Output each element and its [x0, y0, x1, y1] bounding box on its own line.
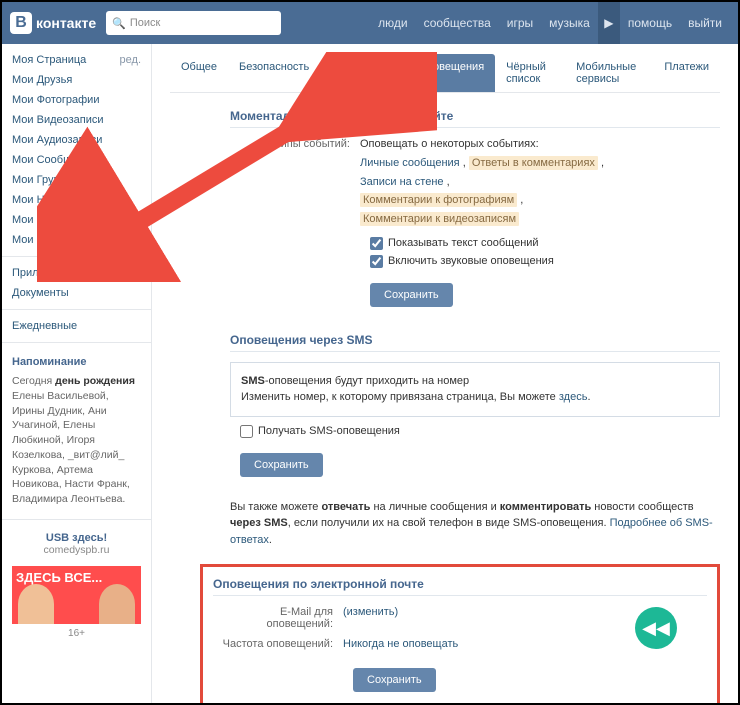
tab-notifications[interactable]: Оповещения	[407, 54, 495, 92]
tab-privacy[interactable]: Приватность	[320, 54, 407, 92]
save-button[interactable]: Сохранить	[353, 668, 436, 692]
settings-tabs: Общее Безопасность Приватность Оповещени…	[170, 54, 720, 93]
play-icon[interactable]: ▶	[598, 2, 620, 44]
nav-communities[interactable]: сообщества	[416, 2, 499, 44]
age-label: 16+	[2, 628, 151, 639]
sms-info-box: SMS-оповещения будут приходить на номер …	[230, 362, 720, 417]
tag-pm[interactable]: Личные сообщения	[360, 157, 460, 169]
rewind-icon: ◀◀	[635, 607, 677, 649]
sidebar-item-mypage[interactable]: Моя Страницаред.	[2, 50, 151, 70]
ad-text: ЗДЕСЬ ВСЕ...	[16, 570, 102, 585]
usb-block[interactable]: USB здесь! comedyspb.ru	[2, 526, 151, 562]
logo-text: контакте	[36, 15, 96, 31]
tag-video-comments[interactable]: Комментарии к видеозаписям	[360, 212, 519, 226]
event-types-label: Типы событий:	[230, 138, 360, 229]
nav-exit[interactable]: выйти	[680, 2, 730, 44]
tab-security[interactable]: Безопасность	[228, 54, 320, 92]
frequency-value[interactable]: Никогда не оповещать	[343, 638, 458, 650]
section-heading: Оповещения по электронной почте	[213, 577, 707, 596]
tab-mobile[interactable]: Мобильные сервисы	[565, 54, 653, 92]
save-button[interactable]: Сохранить	[240, 453, 323, 477]
checkbox-show-text[interactable]: Показывать текст сообщений	[370, 237, 720, 250]
sms-info-text: Вы также можете отвечать на личные сообщ…	[230, 499, 720, 549]
sidebar-item-news[interactable]: Мои Новости	[2, 190, 151, 210]
main-content: Общее Безопасность Приватность Оповещени…	[152, 44, 738, 703]
tab-payments[interactable]: Платежи	[653, 54, 720, 92]
section-sms: Оповещения через SMS SMS-оповещения буду…	[230, 333, 720, 549]
checkbox-sound[interactable]: Включить звуковые оповещения	[370, 255, 720, 268]
section-heading: Моментальные оповещения на сайте	[230, 109, 720, 128]
tag-wall[interactable]: Записи на стене	[360, 176, 444, 188]
checkbox-sms[interactable]: Получать SMS-оповещения	[240, 425, 720, 438]
ad-face-icon	[99, 584, 135, 624]
sidebar-item-settings[interactable]: Мои Настройки	[2, 230, 151, 250]
usb-heading: USB здесь!	[12, 532, 141, 544]
reminder-block: Напоминание Сегодня день рождения Елены …	[2, 349, 151, 513]
tab-blacklist[interactable]: Чёрный список	[495, 54, 565, 92]
nav-games[interactable]: игры	[499, 2, 541, 44]
search-placeholder: Поиск	[130, 17, 160, 29]
nav-music[interactable]: музыка	[541, 2, 598, 44]
reminder-heading: Напоминание	[12, 355, 141, 370]
logo[interactable]: В контакте	[10, 12, 96, 34]
sidebar-item-friends[interactable]: Мои Друзья	[2, 70, 151, 90]
save-button[interactable]: Сохранить	[370, 283, 453, 307]
search-input[interactable]: 🔍 Поиск	[106, 11, 281, 35]
nav-people[interactable]: люди	[370, 2, 415, 44]
top-nav: люди сообщества игры музыка ▶ помощь вый…	[370, 2, 730, 44]
email-label: E-Mail для оповещений:	[213, 606, 343, 630]
usb-sub: comedyspb.ru	[12, 544, 141, 556]
sidebar-item-messages[interactable]: Мои Сообщения	[2, 150, 151, 170]
ad-banner[interactable]: ЗДЕСЬ ВСЕ...	[12, 566, 141, 624]
ad-face-icon	[18, 584, 54, 624]
search-icon: 🔍	[112, 17, 126, 30]
section-instant: Моментальные оповещения на сайте Типы со…	[230, 109, 720, 317]
sidebar-item-docs[interactable]: Документы	[2, 283, 151, 303]
notify-text: Оповещать о некоторых событиях:	[360, 138, 720, 150]
frequency-label: Частота оповещений:	[213, 638, 343, 650]
sidebar-item-apps[interactable]: Приложения+28	[2, 263, 151, 283]
header: В контакте 🔍 Поиск люди сообщества игры …	[2, 2, 738, 44]
section-email: Оповещения по электронной почте E-Mail д…	[200, 564, 720, 703]
sidebar-item-groups[interactable]: Мои Группы	[2, 170, 151, 190]
sidebar: Моя Страницаред. Мои Друзья Мои Фотограф…	[2, 44, 152, 703]
sidebar-item-audio[interactable]: Мои Аудиозаписи	[2, 130, 151, 150]
tab-general[interactable]: Общее	[170, 54, 228, 92]
here-link[interactable]: здесь	[559, 391, 588, 403]
tag-comment-replies[interactable]: Ответы в комментариях	[469, 156, 598, 170]
logo-badge: В	[10, 12, 32, 34]
sidebar-item-daily[interactable]: Ежедневные	[2, 316, 151, 336]
apps-badge: +28	[116, 267, 141, 279]
sidebar-item-answers[interactable]: Мои Ответы	[2, 210, 151, 230]
tag-photo-comments[interactable]: Комментарии к фотографиям	[360, 193, 517, 207]
sidebar-item-videos[interactable]: Мои Видеозаписи	[2, 110, 151, 130]
nav-help[interactable]: помощь	[620, 2, 680, 44]
change-link[interactable]: (изменить)	[343, 606, 398, 618]
sidebar-item-photos[interactable]: Мои Фотографии	[2, 90, 151, 110]
section-heading: Оповещения через SMS	[230, 333, 720, 352]
